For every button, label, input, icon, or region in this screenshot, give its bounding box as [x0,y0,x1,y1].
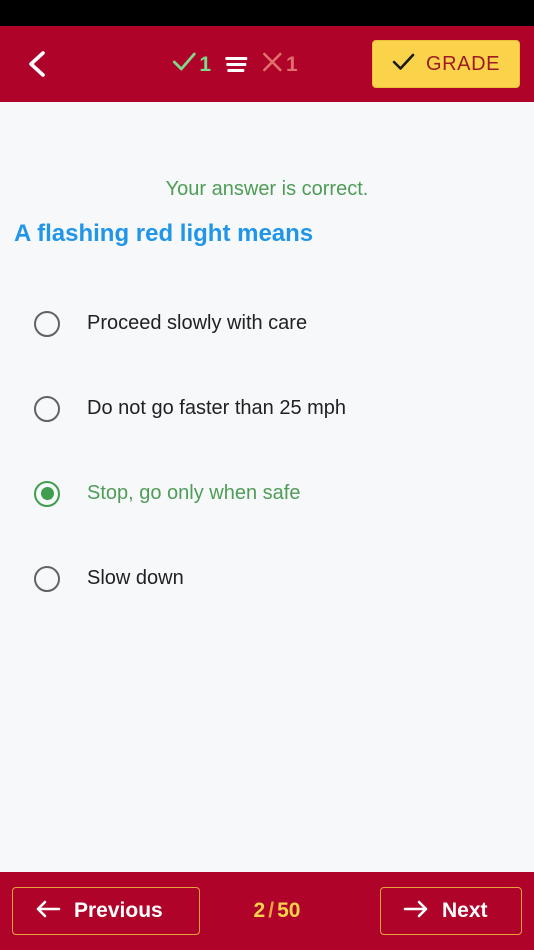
correct-count-value: 1 [199,52,211,76]
answer-option-label: Proceed slowly with care [87,312,308,334]
question-text: A flashing red light means [14,220,314,247]
arrow-left-icon [35,899,61,924]
radio-button-icon [34,565,60,592]
back-button[interactable] [14,41,60,87]
check-icon [392,52,415,77]
previous-button-label: Previous [74,899,163,922]
arrow-right-icon [403,899,429,924]
answer-option-label: Stop, go only when safe [87,482,301,504]
next-button-label: Next [441,899,488,922]
grade-button-label: GRADE [425,52,501,75]
previous-button[interactable]: Previous [12,887,200,935]
answer-options: Proceed slowly with care Do not go faste… [12,281,522,621]
page-separator: / [268,899,275,922]
answer-option-label: Slow down [87,567,184,589]
list-icon[interactable] [224,56,248,72]
wrong-count-value: 1 [286,52,298,76]
grade-button[interactable]: GRADE [372,40,520,88]
x-icon [261,51,283,78]
answer-option-label: Do not go faster than 25 mph [87,397,347,419]
wrong-count: 1 [261,51,298,78]
navigation-footer: Previous 2 / 50 Next [0,872,534,950]
answer-option[interactable]: Proceed slowly with care [12,281,522,366]
status-bar [0,0,534,26]
answer-feedback: Your answer is correct. [165,178,369,200]
quiz-screen: 1 1 GRADE Your answer is correct. A flas… [0,0,534,950]
check-icon [172,51,196,78]
correct-count: 1 [172,51,211,78]
current-page: 2 [253,899,266,922]
radio-button-selected-icon [34,480,60,507]
chevron-left-icon [24,49,50,79]
score-summary: 1 1 [172,51,298,78]
answer-option[interactable]: Slow down [12,536,522,621]
radio-button-icon [34,395,60,422]
radio-button-icon [34,310,60,337]
app-header: 1 1 GRADE [0,26,534,102]
page-counter: 2 / 50 [254,899,301,923]
question-area: Your answer is correct. A flashing red l… [0,102,534,872]
total-pages: 50 [277,899,301,922]
next-button[interactable]: Next [379,887,522,935]
answer-option-selected[interactable]: Stop, go only when safe [12,451,522,536]
answer-option[interactable]: Do not go faster than 25 mph [12,366,522,451]
